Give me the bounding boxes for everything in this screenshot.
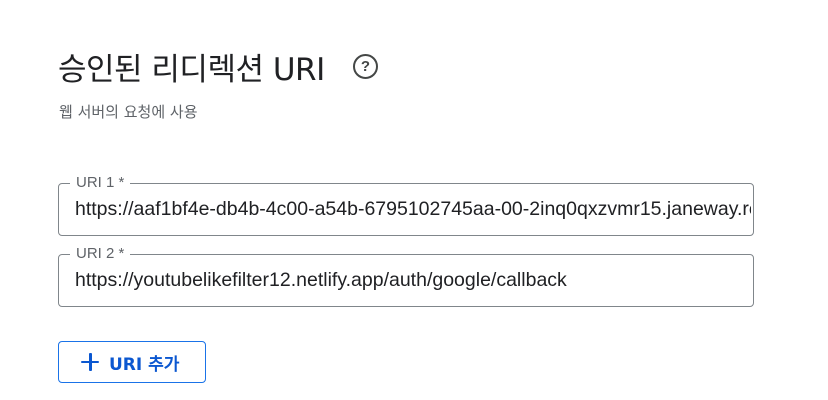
section-title: 승인된 리디렉션 URI	[58, 51, 325, 88]
uri-field-1: URI 1 *	[58, 173, 754, 236]
add-uri-button-label: URI 추가	[109, 354, 180, 375]
uri-input-2[interactable]	[75, 255, 751, 306]
uri-input-1[interactable]	[75, 184, 751, 235]
uri-field-2: URI 2 *	[58, 244, 754, 307]
section-subtitle: 웹 서버의 요청에 사용	[59, 103, 198, 121]
add-uri-button[interactable]: URI 추가	[58, 341, 206, 383]
help-glyph: ?	[360, 58, 371, 75]
plus-icon	[80, 352, 100, 372]
help-circle-icon[interactable]: ?	[353, 54, 378, 79]
